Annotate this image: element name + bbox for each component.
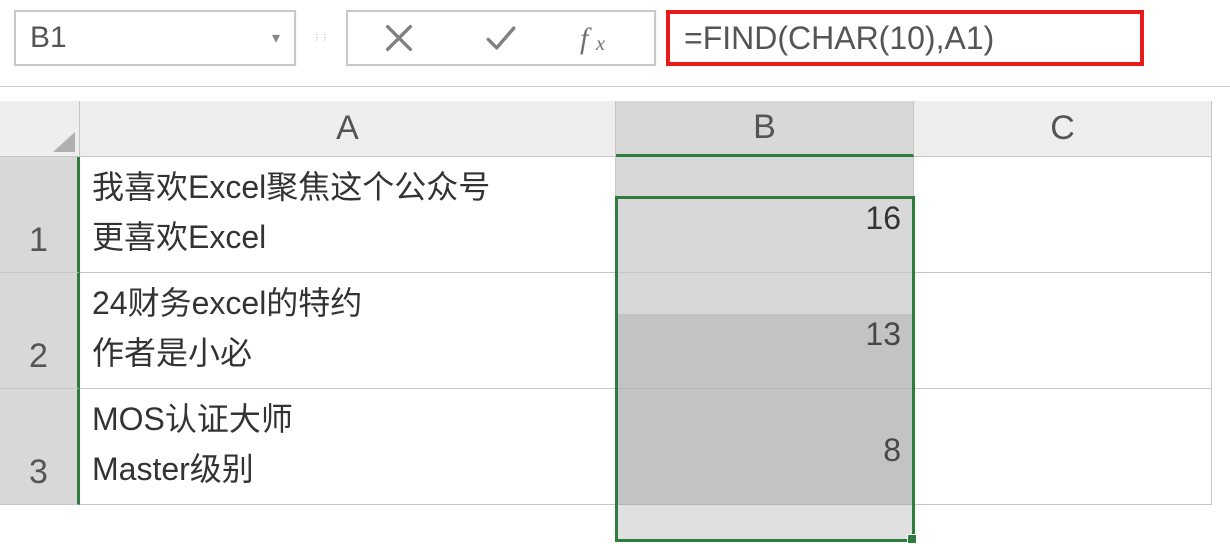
cell-c3[interactable]: [914, 389, 1212, 505]
name-box-value: B1: [30, 21, 67, 55]
table-row: 3 MOS认证大师 Master级别 8: [0, 389, 1230, 505]
dropdown-icon[interactable]: ▾: [272, 28, 280, 48]
formula-bar-area: B1 ▾ ⋮⋮ f x =FIND(CHAR(10),A1): [0, 0, 1230, 87]
spreadsheet-grid: A B C 1 我喜欢Excel聚焦这个公众号 更喜欢Excel 16 2 24…: [0, 87, 1230, 505]
svg-text:x: x: [595, 33, 605, 55]
cell-b2[interactable]: 13: [616, 273, 914, 389]
cell-a2[interactable]: 24财务excel的特约 作者是小必: [80, 273, 616, 389]
table-row: 2 24财务excel的特约 作者是小必 13: [0, 273, 1230, 389]
row-header-2[interactable]: 2: [0, 273, 80, 389]
table-row: 1 我喜欢Excel聚焦这个公众号 更喜欢Excel 16: [0, 157, 1230, 273]
formula-input[interactable]: =FIND(CHAR(10),A1): [666, 10, 1144, 66]
select-all-corner[interactable]: [0, 101, 80, 157]
cell-c1[interactable]: [914, 157, 1212, 273]
fill-handle[interactable]: [907, 534, 917, 544]
cell-c2[interactable]: [914, 273, 1212, 389]
column-header-b[interactable]: B: [616, 101, 914, 157]
cell-a3[interactable]: MOS认证大师 Master级别: [80, 389, 616, 505]
name-box[interactable]: B1 ▾: [14, 10, 296, 66]
cancel-button[interactable]: [359, 21, 439, 55]
row-header-3[interactable]: 3: [0, 389, 80, 505]
enter-button[interactable]: [461, 21, 541, 55]
cell-b3[interactable]: 8: [616, 389, 914, 505]
cell-b1[interactable]: 16: [616, 157, 914, 273]
row-header-1[interactable]: 1: [0, 157, 80, 273]
expand-handle[interactable]: ⋮⋮: [306, 34, 336, 42]
column-header-row: A B C: [0, 101, 1230, 157]
formula-buttons: f x: [346, 10, 656, 66]
fx-button[interactable]: f x: [563, 20, 643, 56]
cell-a1[interactable]: 我喜欢Excel聚焦这个公众号 更喜欢Excel: [80, 157, 616, 273]
svg-text:f: f: [580, 22, 592, 55]
column-header-c[interactable]: C: [914, 101, 1212, 157]
column-header-a[interactable]: A: [80, 101, 616, 157]
formula-input-value: =FIND(CHAR(10),A1): [684, 20, 994, 57]
